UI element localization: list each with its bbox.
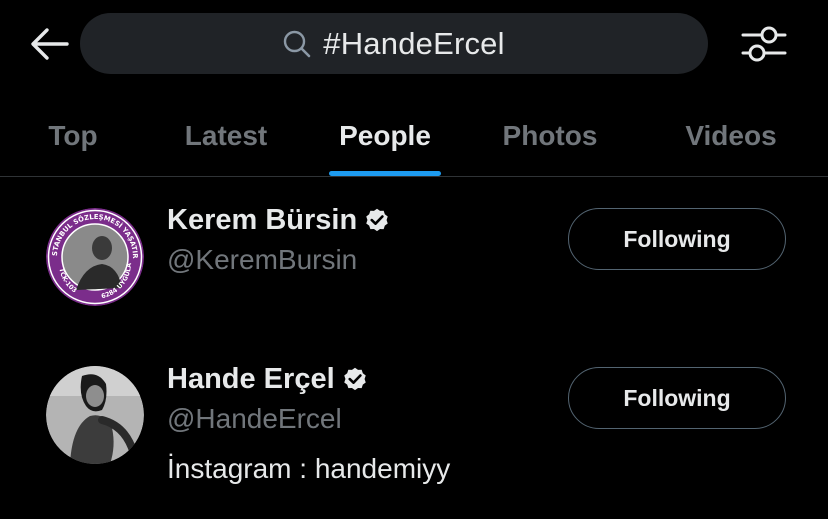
tab-people[interactable]: People — [316, 96, 454, 176]
avatar-hande-ercel — [46, 366, 144, 464]
search-icon — [284, 30, 311, 57]
following-button[interactable]: Following — [568, 367, 786, 429]
search-query[interactable]: #HandeErcel — [323, 26, 504, 62]
search-tabs: Top Latest People Photos Videos — [0, 96, 828, 176]
tabs-divider — [0, 176, 828, 177]
tab-latest[interactable]: Latest — [163, 96, 289, 176]
verified-badge-icon — [343, 367, 366, 390]
tab-top[interactable]: Top — [26, 96, 120, 176]
avatar[interactable] — [46, 366, 144, 464]
user-row[interactable]: İSTANBUL SÖZLEŞMESİ YAŞATIR TCK-103 6284… — [0, 196, 828, 326]
user-row[interactable]: Hande Erçel @HandeErcel İnstagram : hand… — [0, 355, 828, 505]
tab-label: Top — [48, 120, 98, 151]
user-name[interactable]: Hande Erçel — [167, 363, 335, 396]
user-name-line: Hande Erçel — [167, 363, 369, 396]
arrow-left-icon — [31, 28, 69, 60]
search-filter-button[interactable] — [738, 22, 790, 66]
tab-photos[interactable]: Photos — [482, 96, 618, 176]
avatar-kerem-bursin: İSTANBUL SÖZLEŞMESİ YAŞATIR TCK-103 6284… — [46, 208, 144, 306]
user-name-line: Kerem Bürsin — [167, 204, 391, 237]
tab-label: Videos — [685, 120, 777, 151]
following-button[interactable]: Following — [568, 208, 786, 270]
verified-badge-icon — [366, 208, 388, 231]
sliders-icon — [741, 26, 787, 62]
user-handle: @HandeErcel — [167, 403, 342, 434]
tab-label: Photos — [502, 120, 598, 151]
search-bar[interactable]: #HandeErcel — [80, 13, 708, 74]
user-bio: İnstagram : handemiyy — [167, 453, 451, 484]
user-name[interactable]: Kerem Bürsin — [167, 204, 357, 237]
user-handle: @KeremBursin — [167, 244, 358, 275]
tab-label: Latest — [184, 120, 268, 151]
back-button[interactable] — [28, 26, 70, 62]
tab-videos[interactable]: Videos — [662, 96, 800, 176]
tab-label: People — [339, 120, 431, 151]
avatar[interactable]: İSTANBUL SÖZLEŞMESİ YAŞATIR TCK-103 6284… — [46, 208, 144, 306]
